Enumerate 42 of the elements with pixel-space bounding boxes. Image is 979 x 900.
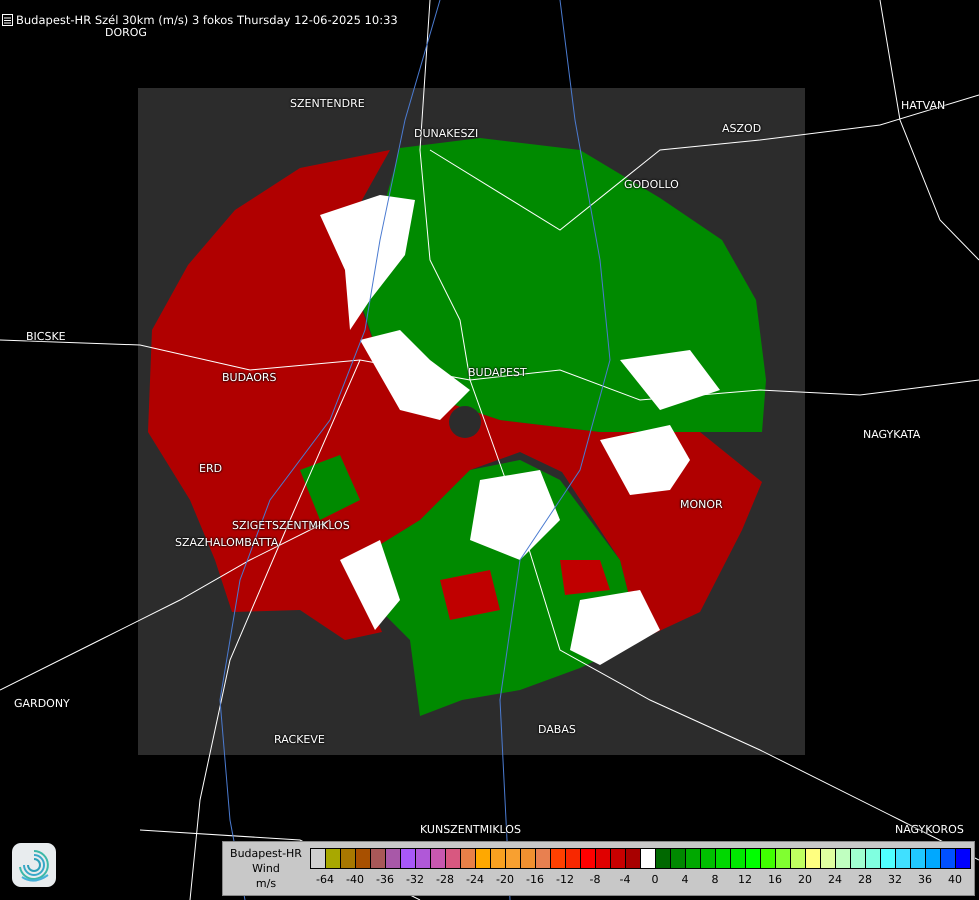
place-label: HATVAN: [901, 100, 946, 112]
scale-tick-label: 0: [650, 873, 660, 886]
scale-tick-label: 36: [917, 873, 933, 886]
scale-tick-label: -40: [345, 873, 365, 886]
scale-tick-label: -12: [555, 873, 575, 886]
place-label: RACKEVE: [274, 734, 325, 746]
legend-station: Budapest-HR: [230, 846, 302, 861]
scale-tick-label: -16: [525, 873, 545, 886]
place-label: NAGYKATA: [863, 429, 920, 441]
radar-title: Budapest-HR Szél 30km (m/s) 3 fokos Thursday 12-06-2025 10:33: [16, 13, 398, 27]
scale-tick-label: 20: [797, 873, 813, 886]
legend-quantity: Wind: [252, 861, 280, 876]
radar-list-icon: [2, 14, 13, 26]
scale-tick-label: 16: [767, 873, 783, 886]
scale-tick-label: 12: [737, 873, 753, 886]
scale-tick-label: 28: [857, 873, 873, 886]
scale-tick-label: -20: [495, 873, 515, 886]
place-label: BUDAORS: [222, 372, 276, 384]
place-label: MONOR: [680, 499, 723, 511]
place-label: BICSKE: [26, 331, 66, 343]
scale-tick-label: -64: [315, 873, 335, 886]
scale-tick-label: -28: [435, 873, 455, 886]
place-label: SZENTENDRE: [290, 98, 365, 110]
scale-tick-label: -36: [375, 873, 395, 886]
place-label: ERD: [199, 463, 222, 475]
scale-tick-label: 40: [947, 873, 963, 886]
swirl-logo-icon: [12, 843, 56, 887]
place-label: DABAS: [538, 724, 576, 736]
scale-tick-label: 24: [827, 873, 843, 886]
scale-tick-label: -4: [618, 873, 632, 886]
place-label: GODOLLO: [624, 179, 679, 191]
scale-tick-label: 4: [680, 873, 690, 886]
place-label: BUDAPEST: [468, 367, 527, 379]
scale-tick-label: -24: [465, 873, 485, 886]
scale-tick-label: 8: [710, 873, 720, 886]
place-label: ASZOD: [722, 123, 762, 135]
place-label: GARDONY: [14, 698, 70, 710]
place-label: DOROG: [105, 27, 147, 39]
scale-tick-label: -8: [588, 873, 602, 886]
legend-unit: m/s: [256, 876, 276, 891]
scale-tick-label: -32: [405, 873, 425, 886]
scale-tick-label: 32: [887, 873, 903, 886]
